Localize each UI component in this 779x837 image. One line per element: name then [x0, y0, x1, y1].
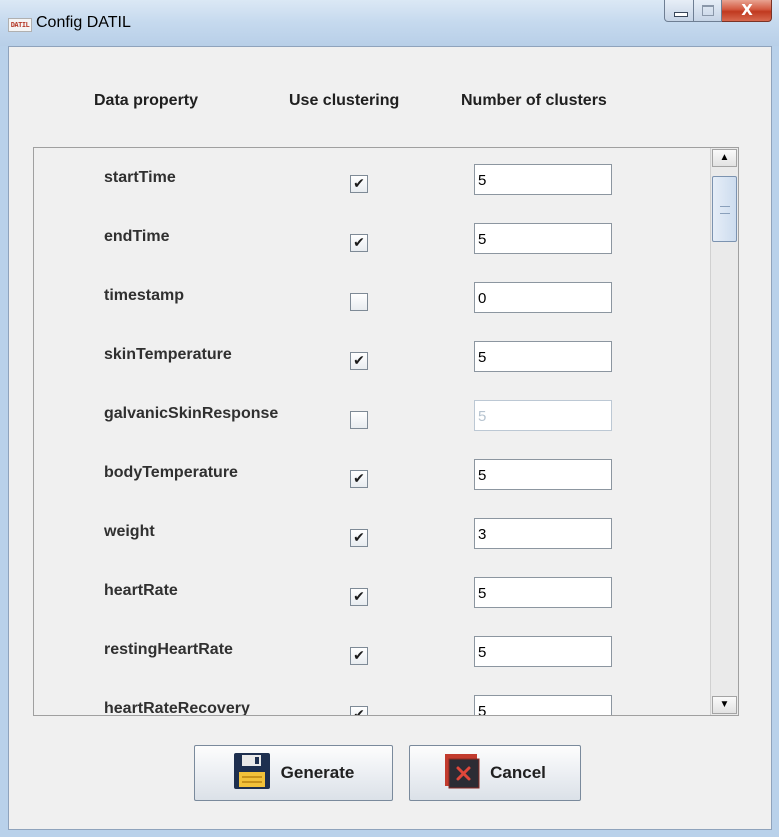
cancel-x-icon [444, 753, 482, 794]
scroll-down-button[interactable]: ▼ [712, 696, 737, 714]
cluster-count-input[interactable]: 5 [474, 341, 612, 372]
property-label: bodyTemperature [104, 464, 238, 481]
minimize-icon [674, 12, 688, 17]
property-label: galvanicSkinResponse [104, 405, 279, 422]
property-label: heartRateRecovery [104, 700, 250, 716]
close-button[interactable]: X [722, 0, 772, 22]
property-label: startTime [104, 169, 176, 186]
cluster-count-input[interactable]: 0 [474, 282, 612, 313]
minimize-button[interactable] [664, 0, 694, 22]
generate-button[interactable]: Generate [194, 745, 393, 801]
dialog-window: DATIL Config DATIL X Data property Use c… [0, 0, 779, 837]
use-clustering-checkbox[interactable]: ✔ [350, 588, 368, 606]
property-label: heartRate [104, 582, 178, 599]
property-label: endTime [104, 228, 170, 245]
vertical-scrollbar[interactable]: ▲ ▼ [710, 148, 738, 715]
header-data-property: Data property [94, 92, 199, 109]
cluster-count-input[interactable]: 5 [474, 636, 612, 667]
maximize-icon [702, 5, 714, 16]
cancel-button[interactable]: Cancel [409, 745, 581, 801]
scroll-up-button[interactable]: ▲ [712, 149, 737, 167]
cluster-count-input[interactable]: 5 [474, 459, 612, 490]
use-clustering-checkbox[interactable]: ✔ [350, 470, 368, 488]
cluster-count-input[interactable]: 5 [474, 577, 612, 608]
header-use-clustering: Use clustering [289, 92, 400, 109]
use-clustering-checkbox[interactable] [350, 293, 368, 311]
use-clustering-checkbox[interactable]: ✔ [350, 352, 368, 370]
properties-list: startTime ✔ 5 endTime ✔ 5 timestamp 0 skinTemper… [34, 148, 710, 715]
caption-buttons: X [664, 0, 772, 22]
property-label: timestamp [104, 287, 185, 304]
generate-label: Generate [280, 763, 355, 782]
floppy-disk-icon [233, 752, 273, 795]
use-clustering-checkbox[interactable]: ✔ [350, 647, 368, 665]
property-label: skinTemperature [104, 346, 232, 363]
cluster-count-input[interactable]: 5 [474, 164, 612, 195]
use-clustering-checkbox[interactable]: ✔ [350, 234, 368, 252]
property-label: restingHeartRate [104, 641, 233, 658]
maximize-button[interactable] [694, 0, 722, 22]
properties-scroll-panel[interactable]: startTime ✔ 5 endTime ✔ 5 timestamp 0 skinTemper… [33, 147, 739, 716]
cluster-count-input[interactable]: 3 [474, 518, 612, 549]
use-clustering-checkbox[interactable]: ✔ [350, 706, 368, 715]
property-label: weight [104, 523, 155, 540]
title-bar[interactable]: DATIL Config DATIL X [0, 0, 779, 46]
use-clustering-checkbox[interactable] [350, 411, 368, 429]
app-logo-icon: DATIL [8, 18, 32, 32]
header-number-of-clusters: Number of clusters [461, 92, 607, 109]
use-clustering-checkbox[interactable]: ✔ [350, 529, 368, 547]
cancel-label: Cancel [490, 763, 546, 782]
close-icon: X [741, 1, 753, 19]
scrollbar-thumb[interactable] [712, 176, 737, 242]
window-title: Config DATIL [36, 14, 131, 31]
cluster-count-input[interactable]: 5 [474, 695, 612, 715]
use-clustering-checkbox[interactable]: ✔ [350, 175, 368, 193]
cluster-count-input[interactable]: 5 [474, 400, 612, 431]
scrollbar-grip-icon [720, 206, 730, 214]
cluster-count-input[interactable]: 5 [474, 223, 612, 254]
